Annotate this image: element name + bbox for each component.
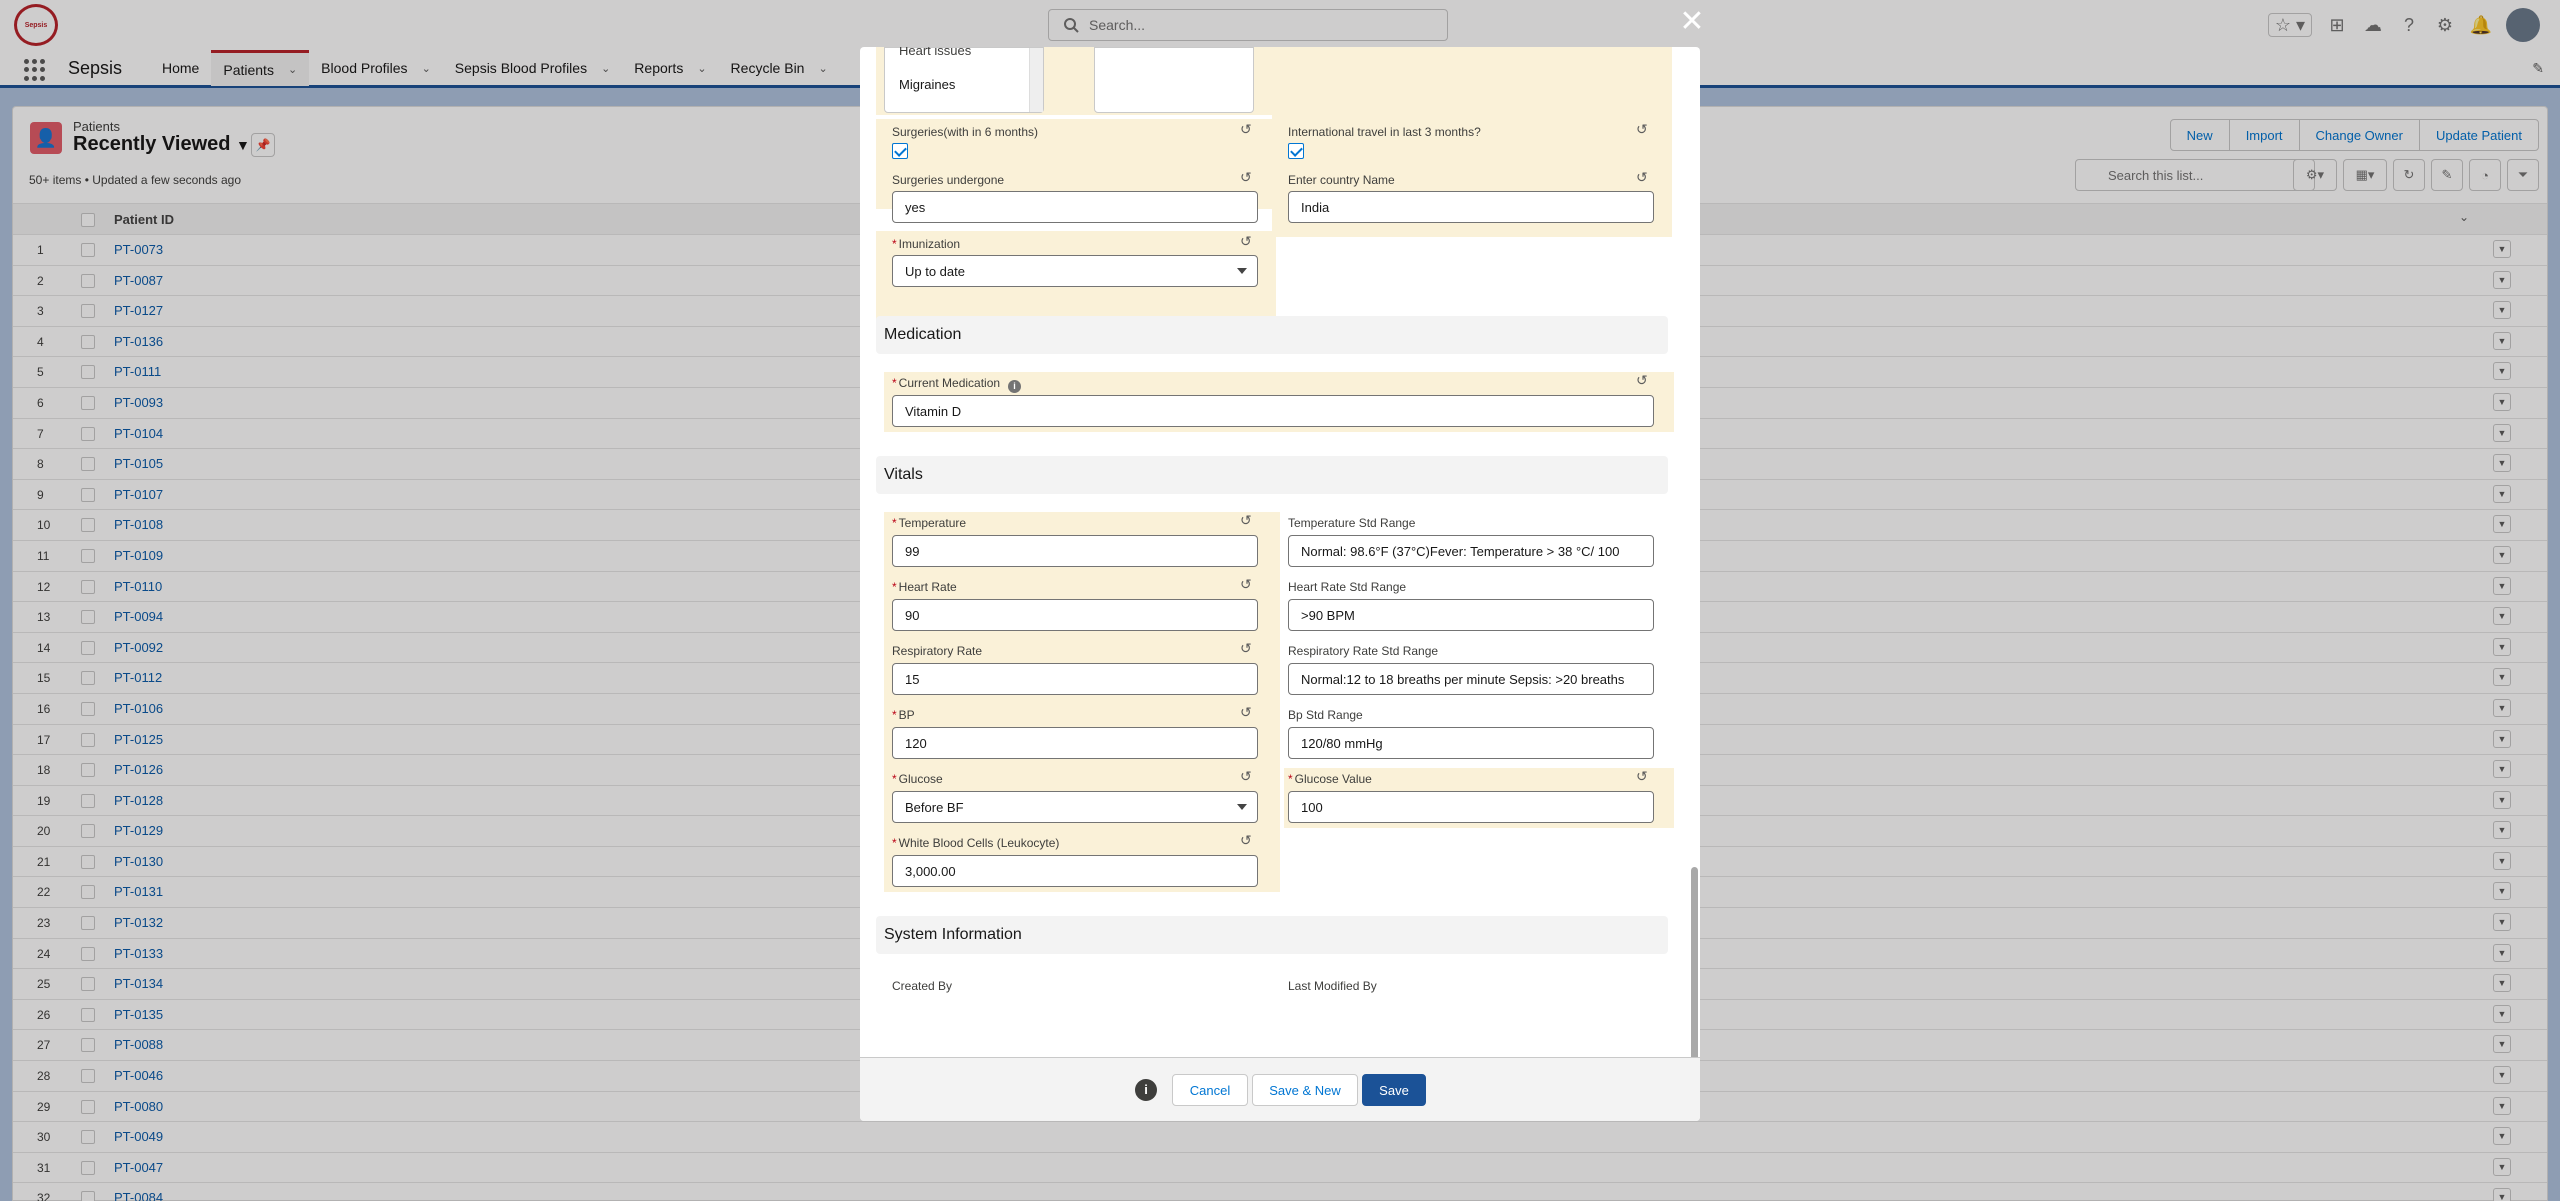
current-medication-input[interactable]: Vitamin D	[892, 395, 1654, 427]
section-system-information[interactable]: System Information	[876, 916, 1668, 954]
immunization-select[interactable]: Up to date	[892, 255, 1258, 287]
bp-range-input[interactable]: 120/80 mmHg	[1288, 727, 1654, 759]
section-medication[interactable]: Medication	[876, 316, 1668, 354]
info-icon[interactable]: i	[1008, 380, 1022, 393]
surgeries-6m-checkbox[interactable]	[892, 143, 908, 159]
history-option[interactable]: Heart issues	[899, 47, 971, 58]
field-highlight	[884, 512, 1280, 892]
modal-close-icon[interactable]: ✕	[1678, 7, 1706, 37]
glucose-select[interactable]: Before BF	[892, 791, 1258, 823]
wbc-label: * White Blood Cells (Leukocyte)	[892, 836, 1060, 850]
resp-rate-input[interactable]: 15	[892, 663, 1258, 695]
surgeries-6m-label: Surgeries(with in 6 months)	[892, 125, 1039, 139]
intl-travel-label: International travel in last 3 months?	[1288, 125, 1481, 139]
glucose-value: Before BF	[905, 800, 964, 815]
undo-icon[interactable]: ↺	[1240, 121, 1252, 138]
save-and-new-button[interactable]: Save & New	[1252, 1074, 1358, 1106]
glucose-value-label-text: Glucose Value	[1294, 772, 1372, 786]
undo-icon[interactable]: ↺	[1636, 169, 1648, 186]
undo-icon[interactable]: ↺	[1240, 640, 1252, 657]
modal-scrollbar[interactable]	[1691, 867, 1698, 1057]
surgeries-undergone-input[interactable]: yes	[892, 191, 1258, 223]
temperature-label-text: Temperature	[898, 516, 967, 530]
glucose-label: * Glucose	[892, 772, 943, 786]
listbox-scrollbar[interactable]	[1029, 48, 1043, 112]
undo-icon[interactable]: ↺	[1636, 768, 1648, 785]
last-modified-label: Last Modified By	[1288, 979, 1377, 993]
bp-range-label: Bp Std Range	[1288, 708, 1363, 722]
wbc-input[interactable]: 3,000.00	[892, 855, 1258, 887]
undo-icon[interactable]: ↺	[1240, 233, 1252, 250]
selected-history-listbox[interactable]	[1094, 47, 1254, 113]
resp-rate-label: Respiratory Rate	[892, 644, 983, 658]
glucose-value-input[interactable]: 100	[1288, 791, 1654, 823]
modal-body: Heart issues Migraines Surgeries(with in…	[860, 47, 1700, 1057]
undo-icon[interactable]: ↺	[1240, 768, 1252, 785]
current-medication-label: * Current Medication i	[892, 376, 1022, 393]
modal-footer: i Cancel Save & New Save	[860, 1057, 1700, 1121]
bp-input[interactable]: 120	[892, 727, 1258, 759]
undo-icon[interactable]: ↺	[1240, 704, 1252, 721]
bp-label: * BP	[892, 708, 915, 722]
history-option[interactable]: Migraines	[899, 77, 955, 92]
current-medication-label-text: Current Medication	[898, 376, 1001, 390]
surgeries-undergone-label: Surgeries undergone	[892, 173, 1005, 187]
dropdown-arrow-icon	[1237, 268, 1247, 274]
edit-patient-modal: Heart issues Migraines Surgeries(with in…	[860, 47, 1700, 1121]
temperature-input[interactable]: 99	[892, 535, 1258, 567]
available-history-listbox[interactable]: Heart issues Migraines	[884, 47, 1044, 113]
temp-range-label: Temperature Std Range	[1288, 516, 1416, 530]
undo-icon[interactable]: ↺	[1240, 832, 1252, 849]
glucose-value-label: * Glucose Value	[1288, 772, 1372, 786]
temp-range-input[interactable]: Normal: 98.6°F (37°C)Fever: Temperature …	[1288, 535, 1654, 567]
heart-rate-input[interactable]: 90	[892, 599, 1258, 631]
temperature-label: * Temperature	[892, 516, 967, 530]
country-input[interactable]: India	[1288, 191, 1654, 223]
bp-label-text: BP	[898, 708, 915, 722]
created-by-label: Created By	[892, 979, 953, 993]
wbc-label-text: White Blood Cells (Leukocyte)	[898, 836, 1060, 850]
section-vitals[interactable]: Vitals	[876, 456, 1668, 494]
heart-rate-label: * Heart Rate	[892, 580, 957, 594]
rr-range-input[interactable]: Normal:12 to 18 breaths per minute Sepsi…	[1288, 663, 1654, 695]
rr-range-label: Respiratory Rate Std Range	[1288, 644, 1439, 658]
cancel-button[interactable]: Cancel	[1172, 1074, 1248, 1106]
field-highlight	[1272, 47, 1672, 119]
immunization-label-text: Imunization	[898, 237, 961, 251]
hr-range-input[interactable]: >90 BPM	[1288, 599, 1654, 631]
immunization-label: * Imunization	[892, 237, 961, 251]
undo-icon[interactable]: ↺	[1636, 121, 1648, 138]
undo-icon[interactable]: ↺	[1636, 372, 1648, 389]
undo-icon[interactable]: ↺	[1240, 169, 1252, 186]
dropdown-arrow-icon	[1237, 804, 1247, 810]
hr-range-label: Heart Rate Std Range	[1288, 580, 1407, 594]
save-button[interactable]: Save	[1362, 1074, 1426, 1106]
country-label: Enter country Name	[1288, 173, 1395, 187]
immunization-value: Up to date	[905, 264, 965, 279]
undo-icon[interactable]: ↺	[1240, 576, 1252, 593]
info-icon[interactable]: i	[1135, 1079, 1157, 1101]
glucose-label-text: Glucose	[898, 772, 943, 786]
heart-rate-label-text: Heart Rate	[898, 580, 957, 594]
undo-icon[interactable]: ↺	[1240, 512, 1252, 529]
intl-travel-checkbox[interactable]	[1288, 143, 1304, 159]
